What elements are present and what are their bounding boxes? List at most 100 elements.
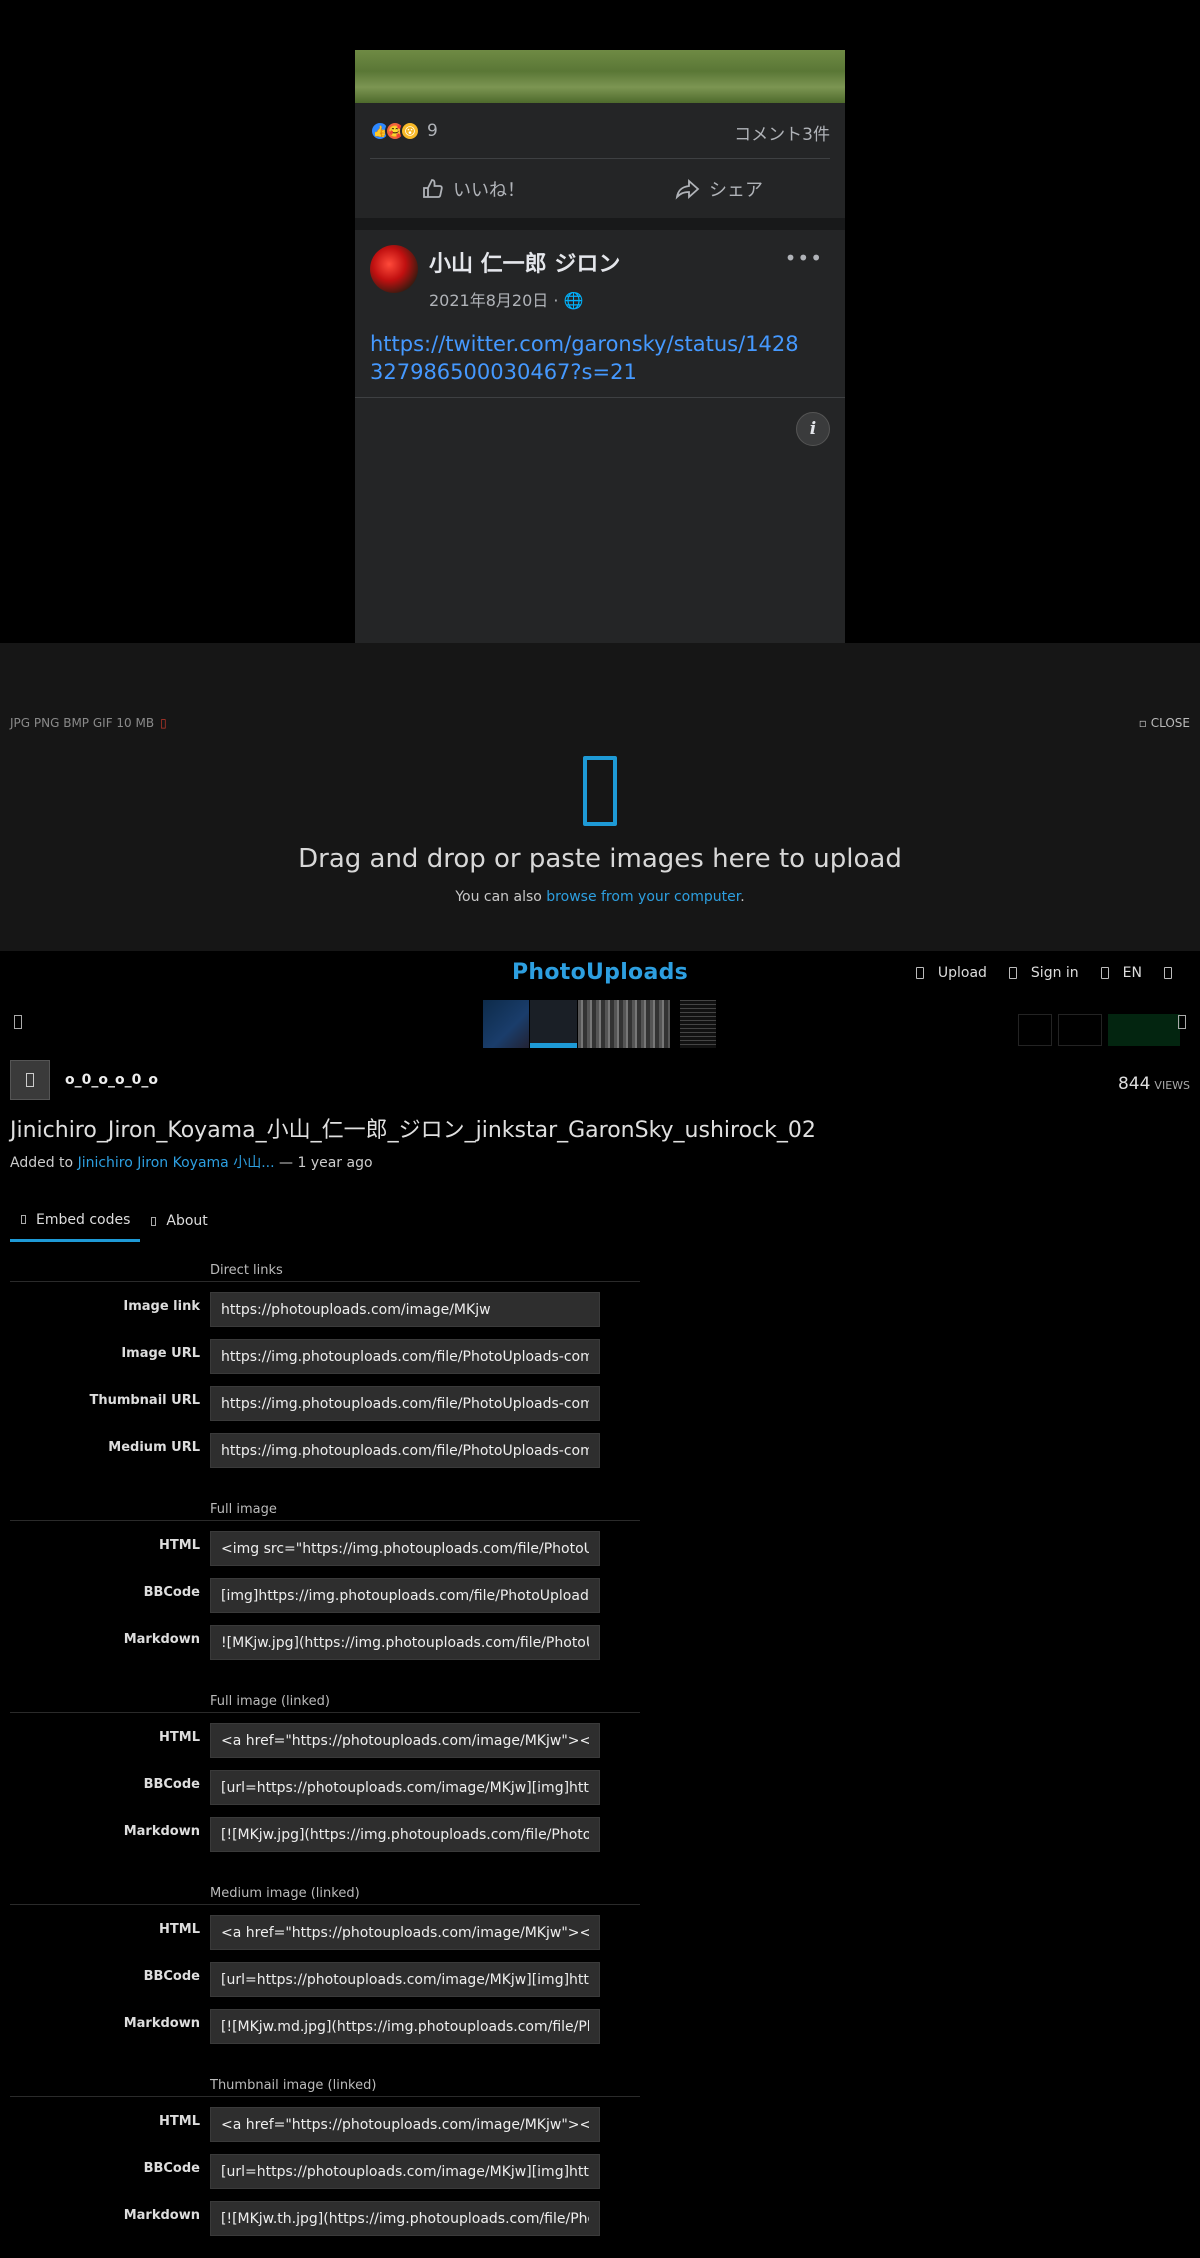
embed-code-field[interactable]	[210, 1531, 600, 1566]
user-icon	[1008, 967, 1017, 979]
thumbnail[interactable]	[483, 1000, 529, 1048]
embed-code-field[interactable]	[210, 1770, 600, 1805]
embed-code-label: BBCode	[143, 2161, 200, 2176]
comment-count: コメント3件	[734, 125, 830, 145]
download-button[interactable]	[1108, 1014, 1180, 1046]
embed-code-field[interactable]	[210, 1433, 600, 1468]
tool-button[interactable]	[1018, 1014, 1052, 1046]
embed-code-field[interactable]	[210, 1625, 600, 1660]
language-icon	[1100, 967, 1109, 979]
tab-embed-codes-label: Embed codes	[36, 1211, 131, 1228]
next-image-icon[interactable]	[1178, 1015, 1186, 1029]
code-icon	[21, 1215, 26, 1224]
sign-in-label: Sign in	[1030, 965, 1079, 981]
share-arrow-icon	[675, 178, 700, 200]
embed-code-label: HTML	[159, 1730, 200, 1745]
post-date: 2021年8月20日 · 🌐	[429, 287, 583, 311]
embed-group-title: Full image (linked)	[210, 1694, 330, 1709]
embed-group-divider	[10, 1520, 640, 1521]
image-viewer-photo[interactable]: 👍 🥰 😮 9 コメント3件 いいね！ シェア 小山 仁一郎 ジロン 2021年…	[355, 50, 845, 643]
image-title: Jinichiro_Jiron_Koyama_小山_仁一郎_ジロン_jinkst…	[10, 1118, 816, 1143]
embed-code-label: Medium URL	[108, 1440, 200, 1455]
embed-code-label: Image link	[123, 1299, 200, 1314]
view-count-label: VIEWS	[1154, 1079, 1190, 1092]
share-action: シェア	[675, 172, 763, 206]
like-label: いいね！	[453, 180, 525, 201]
language-selector[interactable]: EN	[1100, 965, 1142, 981]
tab-embed-codes[interactable]: Embed codes	[10, 1200, 141, 1242]
embed-code-field[interactable]	[210, 1386, 600, 1421]
embed-group-title: Direct links	[210, 1263, 283, 1278]
poster-name: 小山 仁一郎 ジロン	[429, 252, 621, 277]
thumbs-up-icon	[423, 179, 443, 198]
upload-nav-button[interactable]: Upload	[915, 965, 987, 981]
thumbnail-current[interactable]	[530, 1000, 577, 1048]
view-count: 844 VIEWS	[1118, 1074, 1190, 1094]
tab-about[interactable]: About	[140, 1200, 218, 1242]
embed-code-label: BBCode	[143, 1585, 200, 1600]
post-separator	[355, 218, 845, 230]
embed-code-field[interactable]	[210, 2201, 600, 2236]
search-button[interactable]	[1164, 967, 1186, 979]
embed-group-title: Medium image (linked)	[210, 1886, 360, 1901]
embed-code-label: BBCode	[143, 1777, 200, 1792]
browse-computer-link[interactable]: browse from your computer	[546, 889, 740, 905]
close-upload-button[interactable]: ▫ CLOSE	[1139, 716, 1190, 730]
embed-code-field[interactable]	[210, 2107, 600, 2142]
embed-group-title: Thumbnail image (linked)	[210, 2078, 377, 2093]
owner-info[interactable]: o_0_o_o_0_o	[10, 1060, 158, 1100]
upload-nav-label: Upload	[937, 965, 987, 981]
header-nav: Upload Sign in EN	[894, 965, 1186, 981]
embed-group-divider	[10, 1712, 640, 1713]
embed-code-label: HTML	[159, 1538, 200, 1553]
sign-in-button[interactable]: Sign in	[1008, 965, 1079, 981]
thumbnail-strip	[0, 996, 1200, 1052]
thumbnail[interactable]	[578, 1000, 670, 1048]
added-suffix: — 1 year ago	[274, 1155, 373, 1171]
globe-icon: 🌐	[563, 291, 584, 310]
tool-button[interactable]	[1058, 1014, 1102, 1046]
reaction-count: 9	[427, 121, 438, 141]
embed-code-label: Markdown	[123, 1632, 200, 1647]
embed-code-field[interactable]	[210, 1723, 600, 1758]
upload-dropzone[interactable]: JPG PNG BMP GIF 10 MB ▯ ▫ CLOSE Drag and …	[0, 643, 1200, 951]
embed-code-field[interactable]	[210, 1817, 600, 1852]
owner-username[interactable]: o_0_o_o_0_o	[65, 1072, 158, 1088]
embed-code-label: HTML	[159, 1922, 200, 1937]
share-label: シェア	[709, 180, 763, 201]
dropzone-subtitle: You can also browse from your computer.	[0, 889, 1200, 905]
info-icon: i	[796, 412, 830, 446]
embed-code-label: Thumbnail URL	[89, 1393, 200, 1408]
upload-info-icon[interactable]: ▯	[160, 716, 167, 730]
thumbnail[interactable]	[680, 1000, 716, 1048]
post-link: https://twitter.com/garonsky/status/1428…	[370, 332, 799, 384]
embed-code-field[interactable]	[210, 1578, 600, 1613]
language-label: EN	[1122, 965, 1142, 981]
image-tools	[1012, 1014, 1180, 1046]
embed-code-label: BBCode	[143, 1969, 200, 1984]
content-tabs: Embed codes About	[10, 1200, 219, 1242]
photo-grass-strip	[355, 50, 845, 103]
embed-code-field[interactable]	[210, 2009, 600, 2044]
embed-code-field[interactable]	[210, 1962, 600, 1997]
embed-code-label: Image URL	[121, 1346, 200, 1361]
dropzone-title: Drag and drop or paste images here to up…	[298, 844, 902, 874]
close-icon: ▫	[1138, 716, 1147, 730]
embed-group-title: Full image	[210, 1502, 277, 1517]
embed-code-field[interactable]	[210, 1292, 600, 1327]
added-to-album: Added to Jinichiro Jiron Koyama 小山... — …	[10, 1152, 373, 1172]
embed-code-field[interactable]	[210, 1339, 600, 1374]
previous-image-icon[interactable]	[14, 1015, 22, 1029]
embed-group-divider	[10, 1281, 640, 1282]
embed-code-field[interactable]	[210, 1915, 600, 1950]
album-link[interactable]: Jinichiro Jiron Koyama 小山...	[78, 1155, 275, 1171]
owner-avatar[interactable]	[10, 1060, 50, 1100]
dropzone-subtitle-prefix: You can also	[455, 889, 547, 905]
embed-group-divider	[10, 2096, 640, 2097]
embed-code-label: HTML	[159, 2114, 200, 2129]
embed-code-field[interactable]	[210, 2154, 600, 2189]
divider	[355, 397, 845, 398]
upload-formats: JPG PNG BMP GIF 10 MB ▯	[10, 716, 167, 730]
poster-avatar	[370, 245, 418, 293]
dropzone-subtitle-suffix: .	[740, 889, 745, 905]
